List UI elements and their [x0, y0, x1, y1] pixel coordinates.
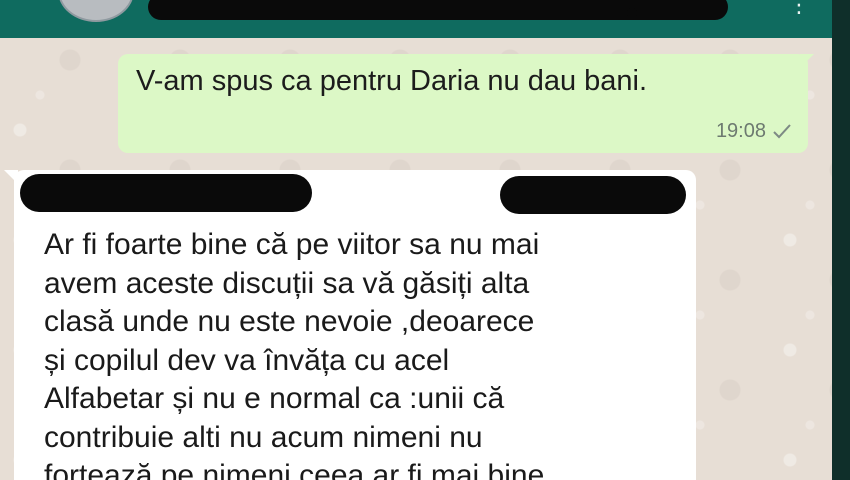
- message-timestamp: 19:08: [715, 120, 766, 142]
- redacted-sender-name: [20, 174, 312, 212]
- more-options-icon[interactable]: ⋮: [788, 0, 810, 16]
- redacted-contact-name[interactable]: [148, 0, 728, 20]
- incoming-message-text: Ar fi foarte bine că pe viitor sa nu mai…: [44, 228, 545, 480]
- incoming-message-bubble[interactable]: Ar fi foarte bine că pe viitor sa nu mai…: [14, 170, 696, 480]
- screen-edge: [832, 0, 850, 480]
- contact-avatar[interactable]: [58, 0, 134, 22]
- chat-screen: ⋮ V-am spus ca pentru Daria nu dau bani.…: [0, 0, 850, 480]
- redaction-mark: [627, 8, 637, 18]
- redacted-sender-number: [500, 176, 686, 214]
- chat-header: ⋮: [0, 0, 850, 38]
- outgoing-message-bubble[interactable]: V-am spus ca pentru Daria nu dau bani. 1…: [118, 54, 808, 153]
- check-icon: [773, 124, 791, 139]
- outgoing-message-text: V-am spus ca pentru Daria nu dau bani.: [136, 65, 648, 97]
